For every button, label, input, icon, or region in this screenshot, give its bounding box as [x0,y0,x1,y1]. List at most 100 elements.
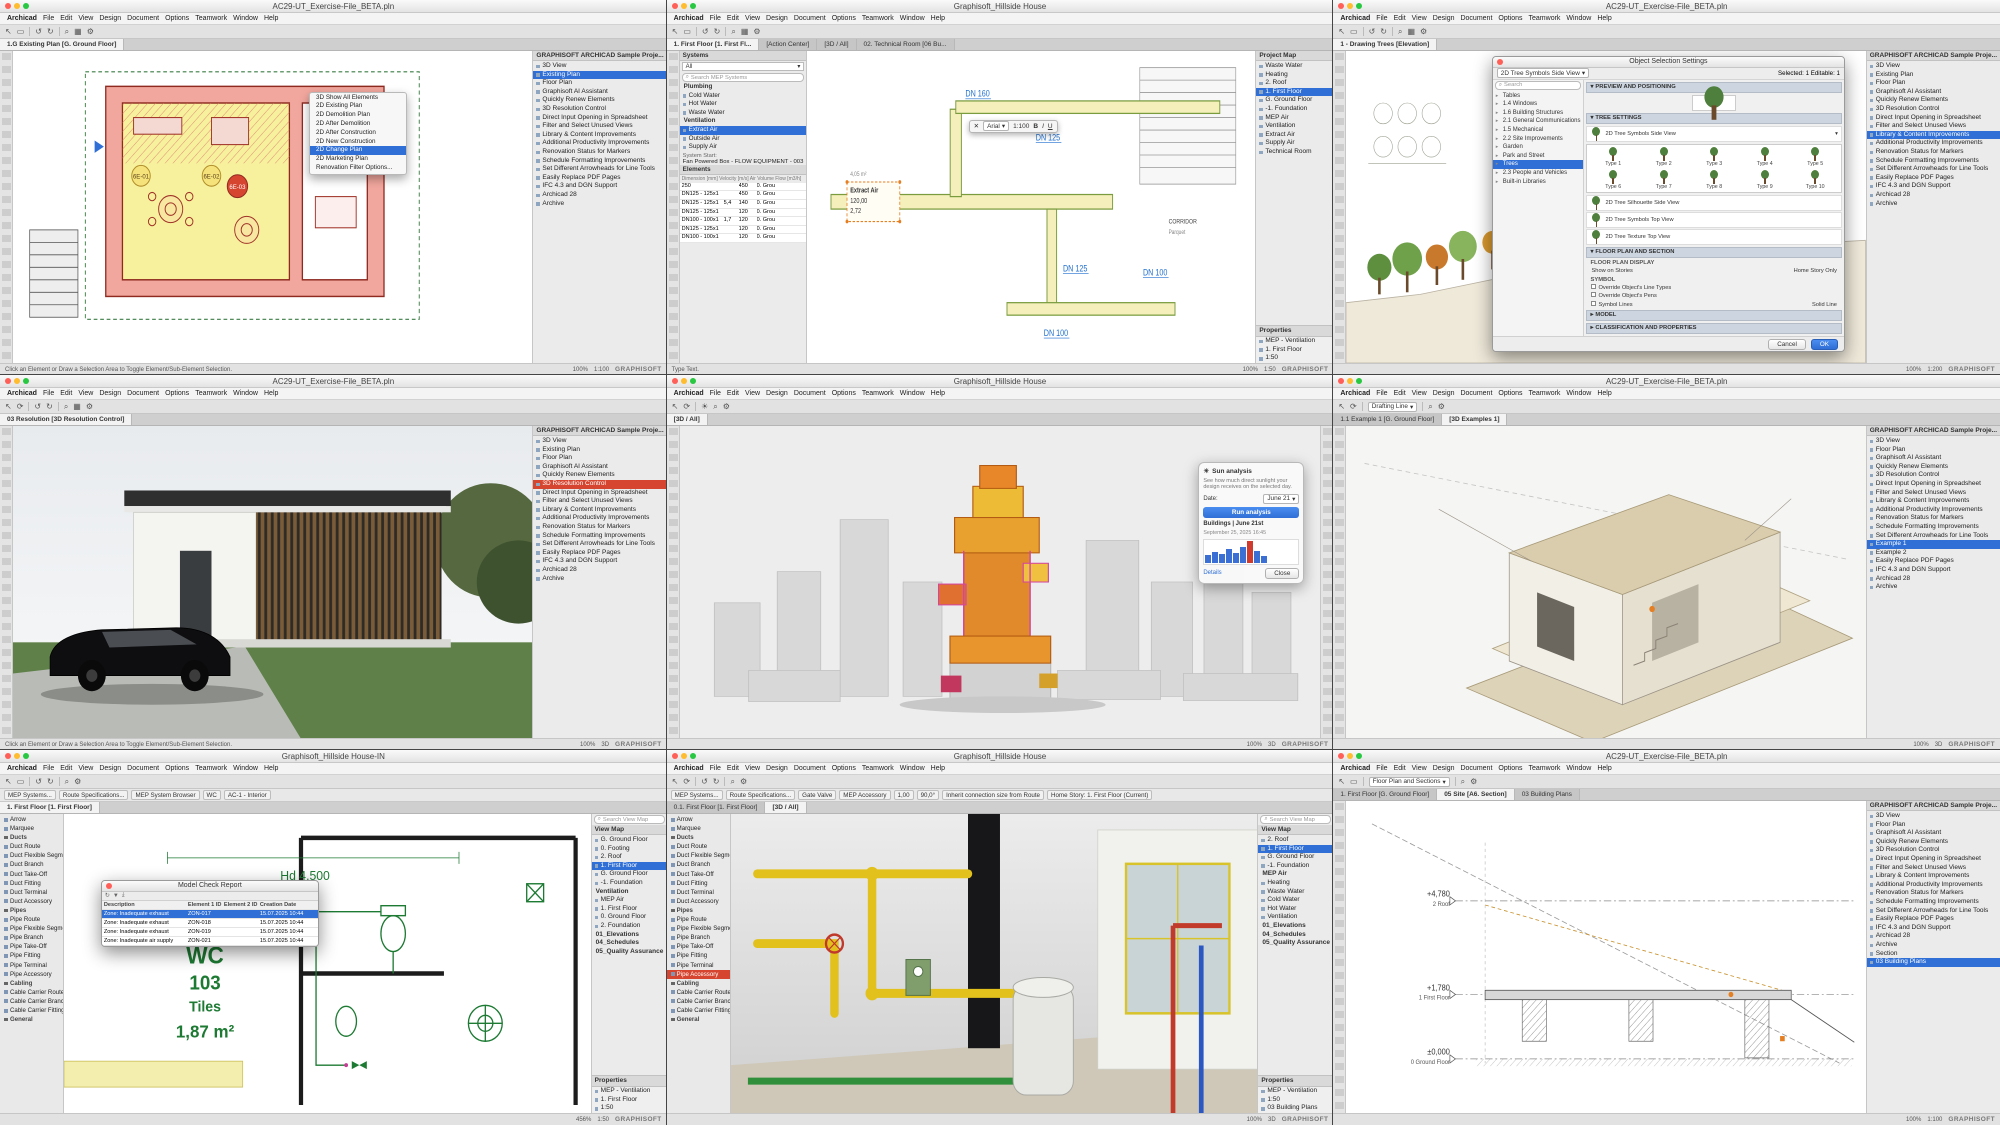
tree-item[interactable]: Hot Water [1258,905,1333,914]
settings-icon[interactable]: ⚙ [87,27,94,37]
elevation-canvas[interactable]: Object Selection Settings 2D Tree Symbol… [1346,51,1865,363]
redo-icon[interactable]: ↻ [47,27,54,37]
menu-item[interactable]: File [1376,390,1387,397]
folder-item[interactable]: Built-in Libraries [1493,178,1584,187]
titlebar[interactable]: AC29-UT_Exercise-File_BETA.pln [0,0,667,13]
report-row[interactable]: Zone: Inadequate exhaust ZON-018 15.07.2… [102,919,318,928]
tree-item[interactable]: Graphisoft AI Assistant [533,88,666,97]
close-palette-button[interactable]: Close [1265,568,1299,579]
marquee-tool-icon[interactable]: ▭ [17,27,25,37]
tree-item[interactable]: Ventilation [1256,122,1333,131]
navigator-header[interactable]: GRAPHISOFT ARCHICAD Sample Proje... [533,426,666,436]
report-row[interactable]: Zone: Inadequate exhaust ZON-019 15.07.2… [102,928,318,937]
view-tab[interactable]: 03 Building Plans [1515,789,1580,800]
menu-item[interactable]: Archicad [7,390,37,397]
folder-item[interactable]: Garden [1493,143,1584,152]
menu-item[interactable]: Window [233,390,258,397]
tool-item[interactable]: Cable Carrier Route [0,988,63,997]
tree-item[interactable]: Example 1 [1867,540,2000,549]
menu-item[interactable]: Document [127,765,159,772]
tree-item[interactable]: Archive [1867,583,2000,592]
section-canvas[interactable]: +4,780 2 Roof +1,780 1 First Floor ±0,00… [1346,801,1865,1113]
tree-item[interactable]: 3D Resolution Control [1867,105,2000,114]
dialog-titlebar[interactable]: Model Check Report [102,881,318,892]
tree-item[interactable]: IFC 4.3 and DGN Support [1867,566,2000,575]
tool-palette-strip[interactable] [667,51,680,363]
tree-item[interactable]: Renovation Status for Markers [1867,514,2000,523]
tree-item[interactable]: Filter and Select Unused Views [1867,489,2000,498]
folder-item[interactable]: Tables [1493,92,1584,101]
undo-icon[interactable]: ↺ [34,402,41,412]
folder-item[interactable]: 1.4 Windows [1493,100,1584,109]
menu-option[interactable]: 2D Existing Plan [310,102,406,111]
tree-type-cell[interactable]: Type 8 [1689,169,1739,191]
menu-item[interactable]: Options [165,390,189,397]
system-item[interactable]: Plumbing [680,83,807,92]
issue-marker-2[interactable] [1780,1036,1785,1041]
tree-item[interactable]: 3D View [533,62,666,71]
undo-icon[interactable]: ↺ [1369,27,1376,37]
tree-item[interactable]: Heating [1258,879,1333,888]
tree-item[interactable]: Extract Air [1256,131,1333,140]
menu-item[interactable]: Design [1433,390,1455,397]
tree-item[interactable]: 2. Roof [1258,836,1333,845]
arrow-tool-icon[interactable]: ↖ [5,402,12,412]
search-icon[interactable]: ⌕ [65,777,69,787]
tool-item[interactable]: Duct Accessory [667,897,730,906]
orbit-icon[interactable]: ⟳ [683,402,690,412]
tree-item[interactable]: Quickly Renew Elements [1867,463,2000,472]
tree-item[interactable]: Archive [1867,941,2000,950]
menu-item[interactable]: Options [832,765,856,772]
house-model[interactable] [124,490,450,647]
menu-item[interactable]: Document [1460,390,1492,397]
menu-option[interactable]: 2D Change Plan [310,146,406,155]
tool-item[interactable]: Pipe Take-Off [667,942,730,951]
tree-item[interactable]: G. Ground Floor [592,870,667,879]
zoom-button[interactable] [690,753,696,759]
tree-item[interactable]: Ventilation [1258,913,1333,922]
tree-item[interactable]: Archive [533,575,666,584]
tool-item[interactable]: Pipe Fitting [0,951,63,960]
menu-option[interactable]: 2D After Construction [310,129,406,138]
zoom-button[interactable] [690,3,696,9]
navigator-header[interactable]: View Map [1258,825,1333,835]
tree-item[interactable]: Technical Room [1256,148,1333,157]
menu-item[interactable]: Window [1566,15,1591,22]
tool-item[interactable]: Duct Flexible Segment [667,851,730,860]
undo-icon[interactable]: ↺ [701,777,708,787]
view-tab[interactable]: 02. Technical Room [06 Bu... [857,39,955,50]
tool-item[interactable]: Arrow [0,815,63,824]
menu-item[interactable]: Design [99,15,121,22]
system-item[interactable]: Extract Air [680,126,807,135]
menu-item[interactable]: Window [233,15,258,22]
tool-item[interactable]: Duct Flexible Segment [0,851,63,860]
tree-item[interactable]: 1. First Floor [592,862,667,871]
orbit-icon[interactable]: ⟳ [683,777,690,787]
folder-item[interactable]: Park and Street [1493,152,1584,161]
close-button[interactable] [1338,3,1344,9]
minimize-button[interactable] [14,378,20,384]
tree-item[interactable]: 3D Resolution Control [533,480,666,489]
menu-item[interactable]: Design [766,765,788,772]
tree-item[interactable]: 3D View [533,437,666,446]
menu-option[interactable]: 2D Demolition Plan [310,111,406,120]
settings-icon[interactable]: ⚙ [723,402,730,412]
date-select[interactable]: June 21 ▾ [1263,494,1299,504]
menu-option[interactable]: Renovation Filter Options... [310,164,406,173]
menu-item[interactable]: Help [264,15,278,22]
properties-header[interactable]: Properties [592,1076,667,1087]
dialog-close-button[interactable] [106,883,112,889]
menu-item[interactable]: View [78,15,93,22]
menu-item[interactable]: Help [931,15,945,22]
tree-item[interactable]: Waste Water [1258,888,1333,897]
systems-filter-select[interactable]: All ▾ [682,62,805,71]
arrow-tool-icon[interactable]: ↖ [672,27,679,37]
symbol-option-row[interactable]: Symbol Lines Solid Line [1586,301,1841,309]
tree-item[interactable]: 01_Elevations [592,931,667,940]
tool-item[interactable]: Cable Carrier Fitting [667,1006,730,1015]
marquee-tool-icon[interactable]: ▭ [17,777,25,787]
right-tool-strip[interactable] [1320,426,1333,738]
mep-toolbar-button[interactable]: MEP Systems... [671,790,723,800]
view-map-search-input[interactable]: ⌕ Search View Map [594,815,665,824]
search-icon[interactable]: ⌕ [1428,402,1432,412]
